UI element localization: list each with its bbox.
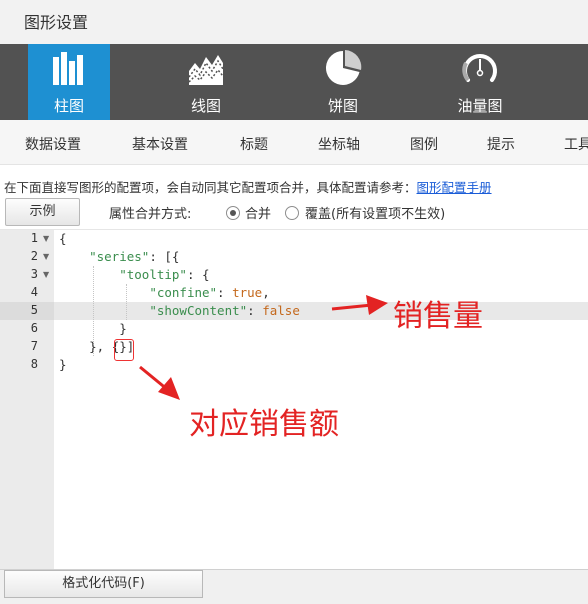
annotation-sales: 销售量 [393,299,483,334]
arrow-head-corresponding [158,377,180,400]
format-code-button[interactable]: 格式化代码(F) [4,570,203,598]
arrow-head-sales [366,295,388,315]
annotation-arrows [139,295,388,400]
arrow-line-sales [331,303,373,311]
editor-bottom-bar: 格式化代码(F) [0,569,588,604]
annotation-corresponding-sales: 对应销售额 [189,407,339,442]
